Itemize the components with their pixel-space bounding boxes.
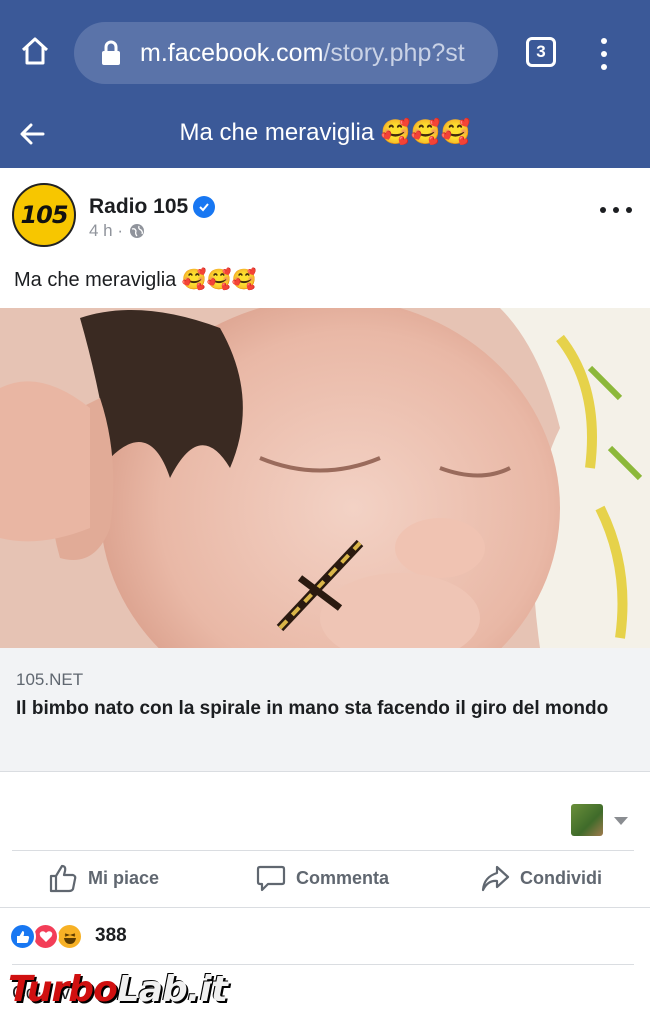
like-label: Mi piace bbox=[88, 867, 160, 888]
like-reaction-icon bbox=[9, 923, 36, 950]
page-title: Ma che meraviglia 🥰🥰🥰 bbox=[179, 119, 471, 146]
haha-reaction-icon bbox=[56, 923, 83, 950]
comment-icon bbox=[256, 865, 286, 892]
page-name[interactable]: Radio 105 bbox=[89, 195, 188, 219]
tabs-icon[interactable]: 3 bbox=[526, 37, 556, 67]
share-label: Condividi bbox=[520, 867, 602, 888]
post-image[interactable] bbox=[0, 308, 650, 648]
address-bar[interactable]: m.facebook.com/story.php?st bbox=[74, 22, 498, 84]
post-actions: Mi piace Commenta Condividi bbox=[0, 851, 650, 907]
share-icon bbox=[481, 865, 510, 892]
post-meta: 4 h · bbox=[89, 221, 145, 241]
baby-photo bbox=[0, 308, 650, 648]
browser-toolbar: m.facebook.com/story.php?st 3 bbox=[0, 0, 650, 100]
url-host: m.facebook.com bbox=[140, 38, 324, 67]
overflow-menu-icon[interactable] bbox=[592, 36, 616, 72]
url-path: /story.php?st bbox=[323, 38, 465, 67]
thumbs-up-icon bbox=[49, 864, 77, 893]
page-header: Ma che meraviglia 🥰🥰🥰 bbox=[0, 100, 650, 168]
reaction-icons bbox=[9, 923, 89, 951]
comments-section: Co·· ·v TurboLab.it bbox=[0, 965, 650, 1026]
more-options-icon[interactable] bbox=[600, 204, 632, 216]
link-domain: 105.NET bbox=[16, 670, 84, 689]
avatar[interactable]: 105 bbox=[12, 183, 76, 247]
globe-icon bbox=[130, 224, 145, 238]
share-button[interactable]: Condividi bbox=[480, 863, 602, 893]
avatar-logo-text: 105 bbox=[20, 201, 68, 229]
chevron-down-icon[interactable] bbox=[614, 817, 628, 825]
reactions-summary[interactable]: 388 bbox=[0, 908, 650, 964]
love-reaction-icon bbox=[32, 923, 59, 950]
lock-icon bbox=[102, 40, 120, 65]
commenter-selector bbox=[0, 790, 650, 850]
user-avatar[interactable] bbox=[571, 804, 603, 836]
link-title: Il bimbo nato con la spirale in mano sta… bbox=[16, 698, 609, 719]
post-time[interactable]: 4 h · bbox=[89, 221, 123, 241]
reaction-count: 388 bbox=[95, 925, 127, 946]
post-header: 105 Radio 105 4 h · bbox=[0, 168, 650, 258]
verified-badge-icon bbox=[193, 196, 215, 218]
home-icon[interactable] bbox=[14, 30, 56, 72]
like-button[interactable]: Mi piace bbox=[48, 863, 159, 893]
comment-button[interactable]: Commenta bbox=[256, 863, 389, 893]
link-preview-card[interactable]: 105.NET Il bimbo nato con la spirale in … bbox=[0, 648, 650, 772]
watermark-logo: TurboLab.it bbox=[8, 969, 228, 1010]
post-text: Ma che meraviglia 🥰🥰🥰 bbox=[14, 269, 257, 291]
comment-label: Commenta bbox=[296, 867, 390, 888]
